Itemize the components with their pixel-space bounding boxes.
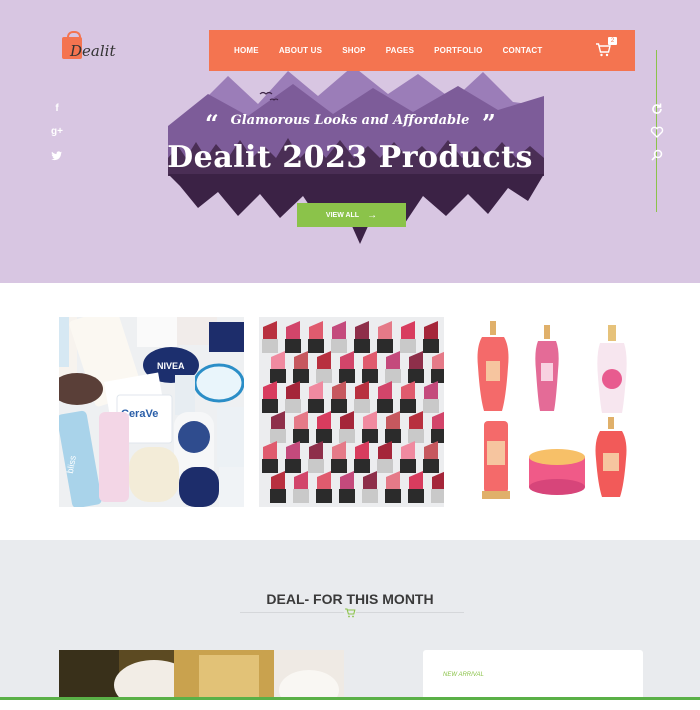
quote-close-icon: ” <box>482 109 496 138</box>
nav-contact[interactable]: CONTACT <box>503 46 543 55</box>
main-navigation: HOME ABOUT US SHOP PAGES PORTFOLIO CONTA… <box>209 30 635 71</box>
cart-icon[interactable] <box>595 43 611 57</box>
skincare-products-image[interactable]: NIVEA CeraVe bliss <box>59 317 244 507</box>
view-all-button[interactable]: VIEW ALL → <box>297 203 406 227</box>
site-logo[interactable]: Dealit <box>60 28 120 68</box>
google-plus-icon[interactable]: g+ <box>50 126 64 140</box>
arrow-right-icon: → <box>367 209 378 221</box>
cart-count-badge: 2 <box>608 37 617 45</box>
view-all-label: VIEW ALL <box>325 211 360 219</box>
nav-pages[interactable]: PAGES <box>386 46 414 55</box>
hero-banner: Dealit HOME ABOUT US SHOP PAGES PORTFOLI… <box>0 0 700 283</box>
cart-icon <box>344 608 356 618</box>
logo-text: Dealit <box>70 42 116 60</box>
new-arrival-tag: NEW ARRIVAL <box>443 672 484 678</box>
hero-subtitle: Glamorous Looks and Affordable <box>230 113 470 128</box>
deal-product-image[interactable] <box>59 650 344 700</box>
body-mist-lotion-image[interactable] <box>460 317 645 507</box>
hero-headline: Dealit 2023 Products <box>167 140 533 175</box>
deal-title: DEAL- FOR THIS MONTH <box>266 591 434 607</box>
nav-portfolio[interactable]: PORTFOLIO <box>434 46 482 55</box>
deal-section: DEAL- FOR THIS MONTH NEW ARRIVAL <box>0 540 700 710</box>
lipsticks-image[interactable] <box>259 317 444 507</box>
svg-text:NIVEA: NIVEA <box>157 361 185 371</box>
nav-about-us[interactable]: ABOUT US <box>279 46 322 55</box>
nav-home[interactable]: HOME <box>234 46 259 55</box>
new-arrival-card[interactable]: NEW ARRIVAL <box>423 650 643 710</box>
nav-shop[interactable]: SHOP <box>342 46 365 55</box>
product-images-section: NIVEA CeraVe bliss <box>0 283 700 540</box>
